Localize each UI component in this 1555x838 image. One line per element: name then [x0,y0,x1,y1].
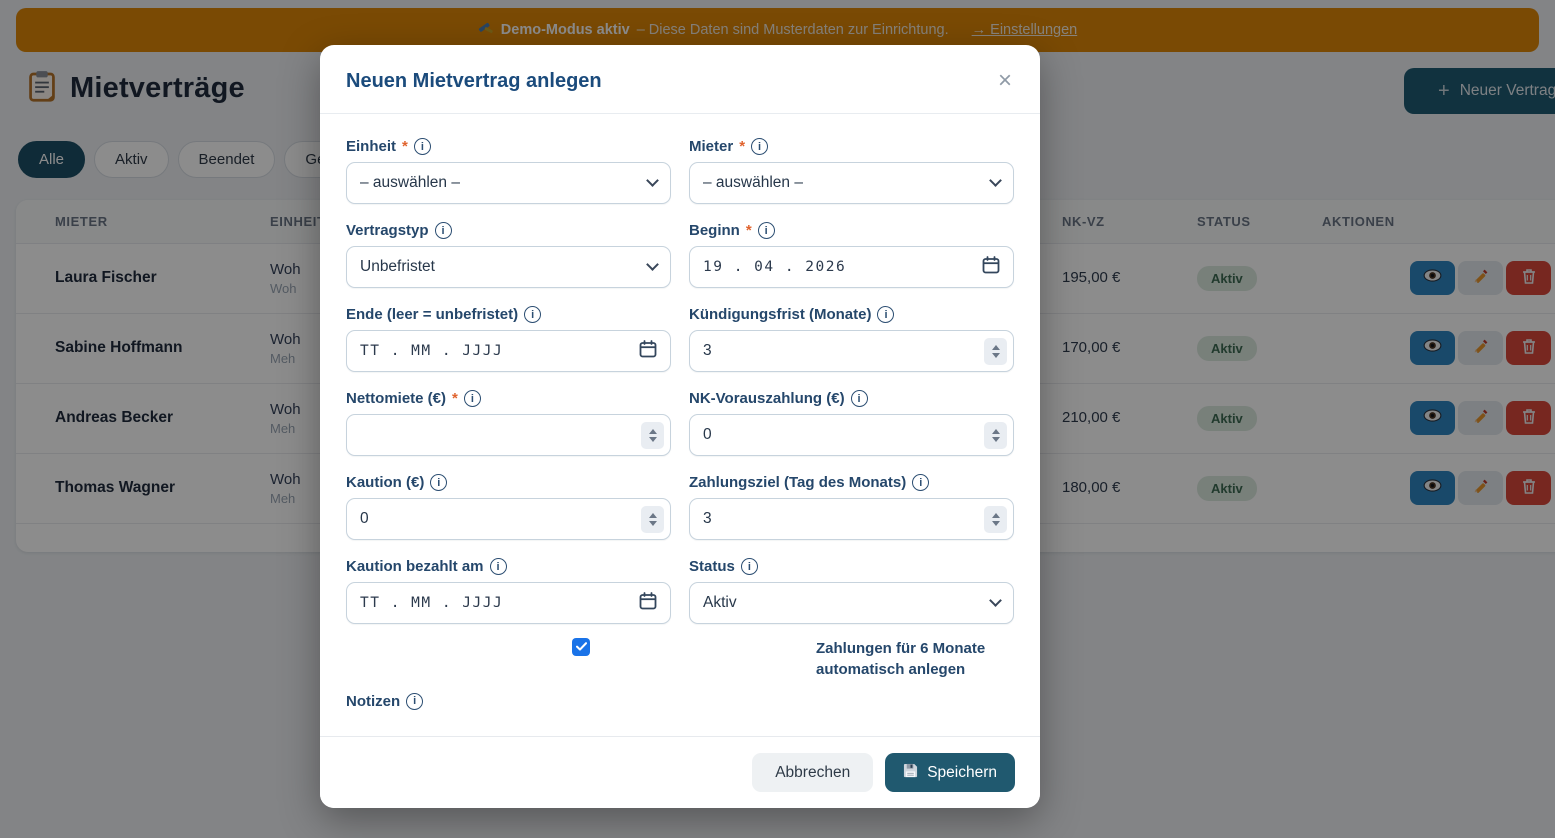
modal-header: Neuen Mietvertrag anlegen × [320,45,1040,114]
kaution-bezahlt-am-date-input[interactable]: TT . MM . JJJJ [346,582,671,624]
number-stepper[interactable] [984,338,1007,365]
field-einheit: Einheit * i – auswählen – [346,138,671,204]
field-kaution-bezahlt-am: Kaution bezahlt am i TT . MM . JJJJ [346,558,671,624]
info-icon[interactable]: i [912,474,929,491]
required-mark: * [746,222,752,239]
required-mark: * [402,138,408,155]
ende-date-input[interactable]: TT . MM . JJJJ [346,330,671,372]
field-nettomiete: Nettomiete (€) * i [346,390,671,456]
info-icon[interactable]: i [406,693,423,710]
info-icon[interactable]: i [490,558,507,575]
info-icon[interactable]: i [758,222,775,239]
einheit-label: Einheit [346,138,396,155]
calendar-icon[interactable] [982,256,1000,279]
info-icon[interactable]: i [524,306,541,323]
kaution-number-input[interactable]: 0 [346,498,671,540]
field-kaution: Kaution (€) i 0 [346,474,671,540]
notizen-label: Notizen [346,693,400,710]
calendar-icon[interactable] [639,340,657,363]
auto-payments-label: Zahlungen für 6 Monate automatisch anleg… [816,638,994,681]
beginn-date-input[interactable]: 19 . 04 . 2026 [689,246,1014,288]
status-select[interactable]: Aktiv [689,582,1014,624]
kuendigungsfrist-number-input[interactable]: 3 [689,330,1014,372]
mieter-label: Mieter [689,138,733,155]
number-stepper[interactable] [984,422,1007,449]
mieter-select[interactable]: – auswählen – [689,162,1014,204]
modal-footer: Abbrechen Speichern [320,736,1040,808]
zahlungsziel-number-input[interactable]: 3 [689,498,1014,540]
new-contract-modal: Neuen Mietvertrag anlegen × Einheit * i … [320,45,1040,808]
nettomiete-label: Nettomiete (€) [346,390,446,407]
nettomiete-number-input[interactable] [346,414,671,456]
number-stepper[interactable] [641,506,664,533]
vertragstyp-label: Vertragstyp [346,222,429,239]
field-nk-vorauszahlung: NK-Vorauszahlung (€) i 0 [689,390,1014,456]
kaution-bezahlt-am-label: Kaution bezahlt am [346,558,484,575]
modal-title: Neuen Mietvertrag anlegen [346,70,602,93]
chevron-down-icon [646,258,659,271]
required-mark: * [739,138,745,155]
chevron-down-icon [989,174,1002,187]
info-icon[interactable]: i [435,222,452,239]
zahlungsziel-label: Zahlungsziel (Tag des Monats) [689,474,906,491]
check-icon [576,638,587,656]
info-icon[interactable]: i [741,558,758,575]
kuendigungsfrist-label: Kündigungsfrist (Monate) [689,306,871,323]
field-beginn: Beginn * i 19 . 04 . 2026 [689,222,1014,288]
info-icon[interactable]: i [464,390,481,407]
vertragstyp-select[interactable]: Unbefristet [346,246,671,288]
required-mark: * [452,390,458,407]
field-notizen: Notizen i [346,693,1014,710]
calendar-icon[interactable] [639,592,657,615]
chevron-down-icon [989,594,1002,607]
auto-payments-checkbox[interactable] [572,638,590,656]
field-kuendigungsfrist: Kündigungsfrist (Monate) i 3 [689,306,1014,372]
beginn-label: Beginn [689,222,740,239]
nk-vorauszahlung-label: NK-Vorauszahlung (€) [689,390,845,407]
field-status: Status i Aktiv [689,558,1014,624]
field-zahlungsziel: Zahlungsziel (Tag des Monats) i 3 [689,474,1014,540]
status-label: Status [689,558,735,575]
save-label: Speichern [927,764,997,782]
info-icon[interactable]: i [414,138,431,155]
close-icon[interactable]: × [998,69,1012,93]
einheit-select[interactable]: – auswählen – [346,162,671,204]
chevron-down-icon [646,174,659,187]
floppy-disk-icon [903,763,918,783]
info-icon[interactable]: i [877,306,894,323]
cancel-button[interactable]: Abbrechen [752,753,873,792]
kaution-label: Kaution (€) [346,474,424,491]
field-mieter: Mieter * i – auswählen – [689,138,1014,204]
info-icon[interactable]: i [430,474,447,491]
auto-payments-row: Zahlungen für 6 Monate automatisch anleg… [346,638,1014,681]
save-button[interactable]: Speichern [885,753,1015,792]
modal-body: Einheit * i – auswählen – Mieter * i – a… [320,114,1040,736]
number-stepper[interactable] [984,506,1007,533]
field-ende: Ende (leer = unbefristet) i TT . MM . JJ… [346,306,671,372]
number-stepper[interactable] [641,422,664,449]
nk-vorauszahlung-number-input[interactable]: 0 [689,414,1014,456]
info-icon[interactable]: i [751,138,768,155]
field-vertragstyp: Vertragstyp i Unbefristet [346,222,671,288]
info-icon[interactable]: i [851,390,868,407]
ende-label: Ende (leer = unbefristet) [346,306,518,323]
